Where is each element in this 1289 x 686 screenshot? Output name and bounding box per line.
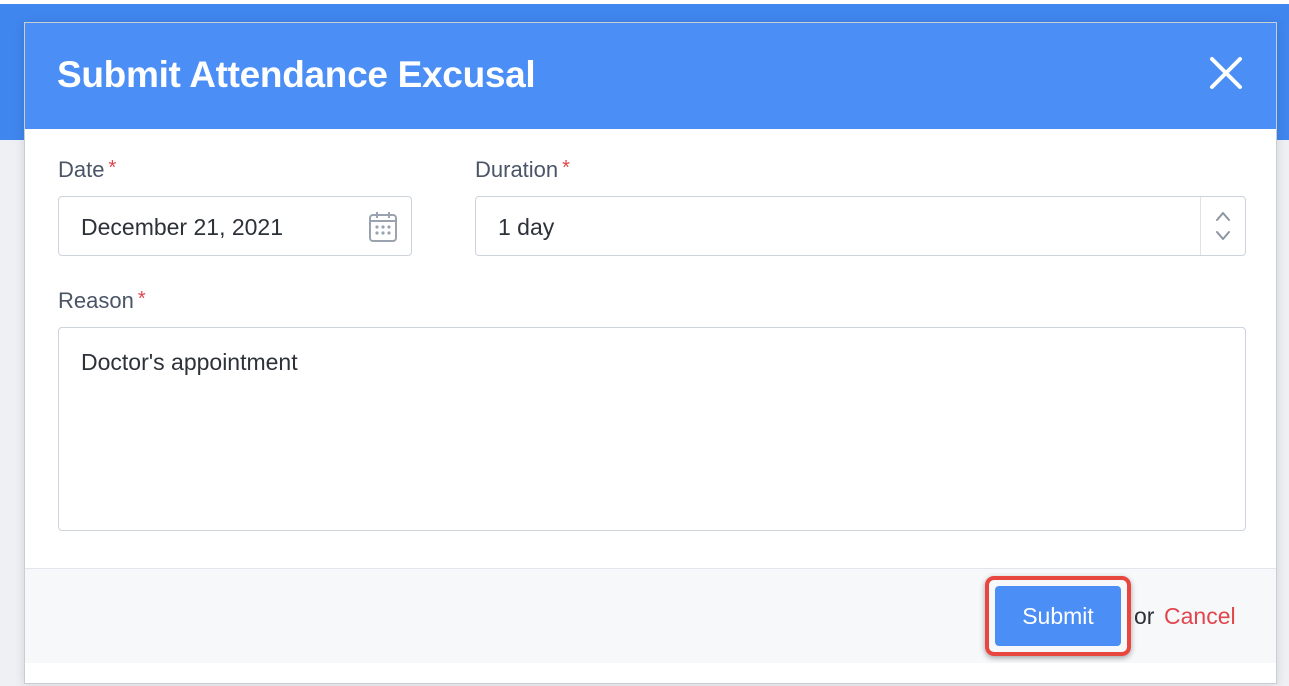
reason-required-mark: * <box>137 288 146 310</box>
calendar-icon[interactable] <box>367 210 399 244</box>
dialog-bottom-strip <box>25 663 1276 683</box>
close-button[interactable] <box>1206 53 1246 93</box>
duration-label-text: Duration <box>475 157 559 182</box>
page-backdrop-left <box>0 140 24 686</box>
submit-button[interactable]: Submit <box>995 586 1121 646</box>
reason-textarea[interactable]: Doctor's appointment <box>58 327 1246 531</box>
cancel-link[interactable]: Cancel <box>1164 602 1236 630</box>
date-input[interactable]: December 21, 2021 <box>58 196 412 256</box>
reason-label: Reason * <box>58 288 146 315</box>
date-required-mark: * <box>108 157 117 179</box>
duration-required-mark: * <box>562 157 570 179</box>
page-backdrop-right <box>1277 140 1289 686</box>
dialog-footer: Submit or Cancel <box>25 568 1276 663</box>
or-text: or <box>1134 603 1155 629</box>
duration-select[interactable]: 1 day <box>475 196 1246 256</box>
date-label: Date * <box>58 157 116 184</box>
reason-label-text: Reason <box>58 288 134 313</box>
duration-stepper[interactable] <box>1200 197 1245 255</box>
close-icon <box>1210 57 1242 89</box>
date-value: December 21, 2021 <box>81 214 284 240</box>
up-down-stepper-icon <box>1216 212 1230 240</box>
date-label-text: Date <box>58 157 105 182</box>
reason-value: Doctor's appointment <box>81 349 298 375</box>
duration-label: Duration * <box>475 157 570 184</box>
duration-value: 1 day <box>498 214 555 240</box>
attendance-excusal-dialog: Submit Attendance Excusal Date * December… <box>24 22 1277 684</box>
dialog-header: Submit Attendance Excusal <box>25 23 1276 129</box>
dialog-title: Submit Attendance Excusal <box>57 54 536 95</box>
